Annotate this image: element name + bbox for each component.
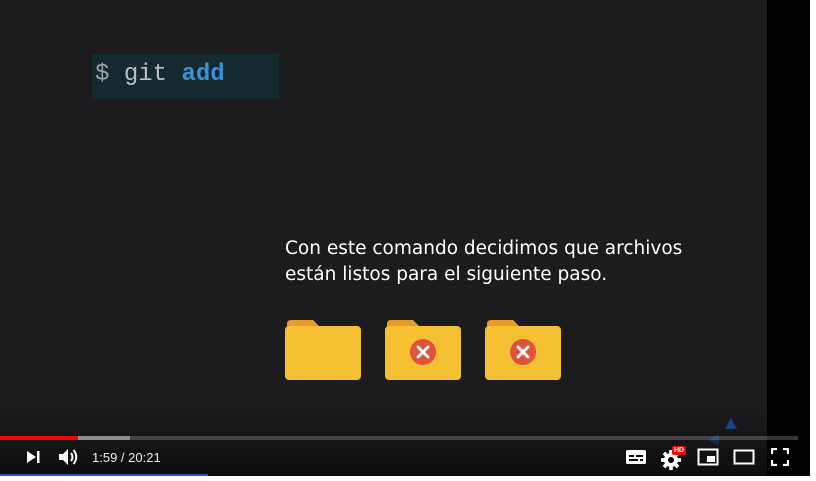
- command-prompt: $: [95, 61, 110, 88]
- folder-x-icon: [385, 318, 461, 380]
- volume-icon: [58, 448, 80, 471]
- video-player[interactable]: $ git add Con este comando decidimos que…: [0, 0, 810, 476]
- miniplayer-button[interactable]: [696, 446, 720, 472]
- folder-icon: [285, 318, 361, 380]
- next-button[interactable]: [22, 446, 44, 472]
- player-controls: 1:59 / 20:21 HD: [0, 442, 810, 476]
- settings-button[interactable]: HD: [660, 446, 687, 472]
- folder-x-icon: [485, 318, 561, 380]
- command-argument: add: [181, 61, 225, 88]
- progress-bar[interactable]: [0, 436, 798, 440]
- time-separator: /: [117, 450, 129, 465]
- theater-mode-icon: [733, 449, 755, 470]
- command-word: git: [123, 61, 168, 88]
- current-time: 1:59: [92, 450, 118, 465]
- fullscreen-button[interactable]: [768, 446, 792, 472]
- next-icon: [26, 450, 40, 469]
- slide-caption: Con este comando decidimos que archivos …: [285, 236, 705, 288]
- hd-badge: HD: [672, 446, 687, 455]
- subtitles-icon: [625, 449, 647, 470]
- command-text: $ git add: [95, 60, 225, 90]
- subtitles-button[interactable]: [624, 446, 648, 472]
- settings-icon: HD: [661, 446, 687, 470]
- volume-button[interactable]: [56, 446, 82, 472]
- bottom-accent-strip: [0, 474, 208, 476]
- fullscreen-icon: [770, 447, 790, 471]
- theater-mode-button[interactable]: [731, 446, 757, 472]
- time-display: 1:59 / 20:21: [92, 450, 161, 466]
- video-frame[interactable]: $ git add Con este comando decidimos que…: [0, 0, 767, 476]
- duration: 20:21: [128, 450, 161, 465]
- caption-line-2: están listos para el siguiente paso.: [285, 264, 608, 285]
- caption-line-1: Con este comando decidimos que archivos: [285, 238, 683, 259]
- progress-played: [0, 436, 79, 440]
- miniplayer-icon: [697, 448, 719, 471]
